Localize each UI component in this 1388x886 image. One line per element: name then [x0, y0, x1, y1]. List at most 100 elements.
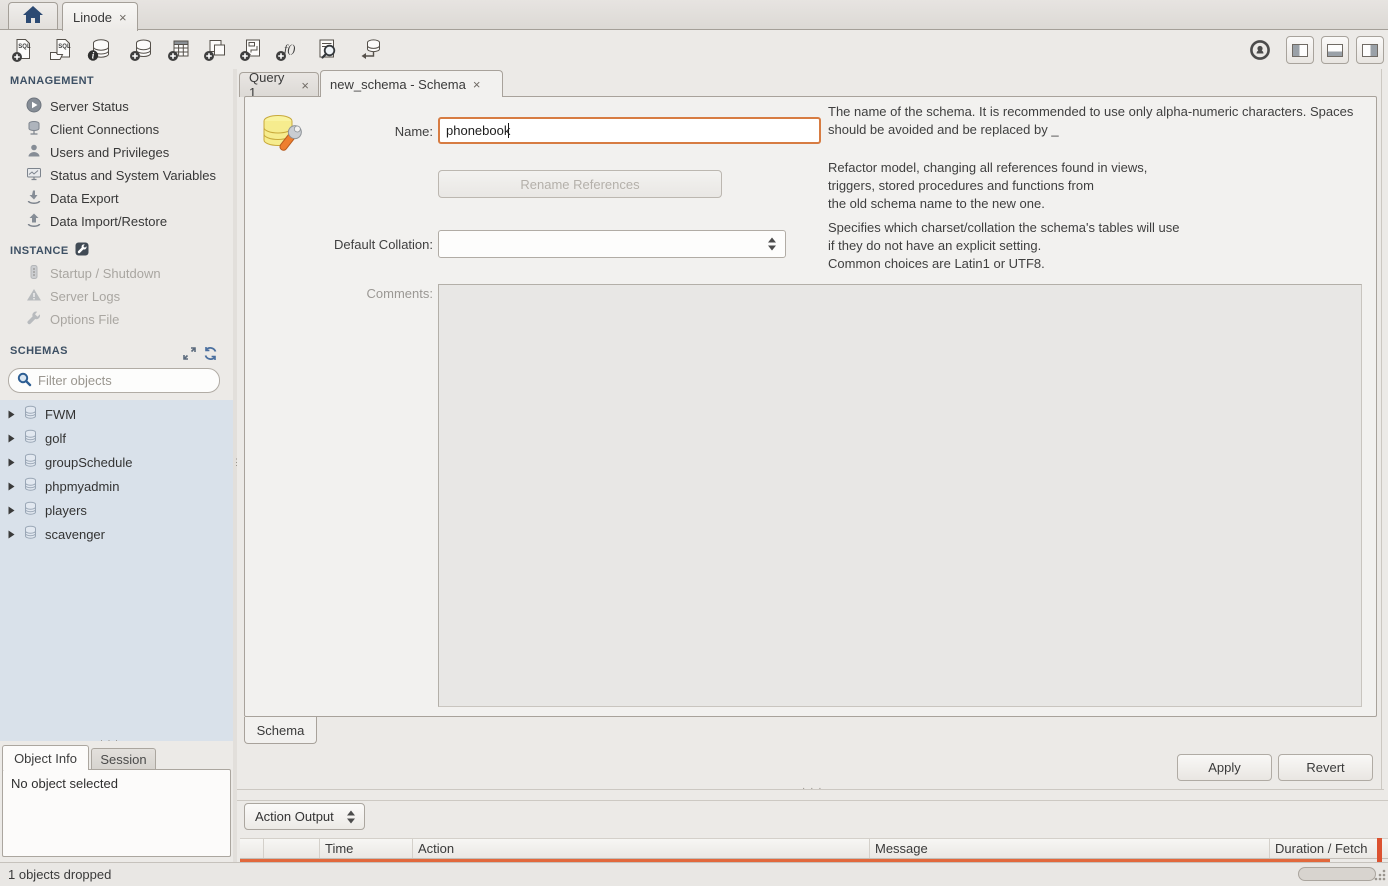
- toggle-left-sidebar-button[interactable]: [1286, 36, 1314, 64]
- search-table-data-button[interactable]: [312, 36, 342, 66]
- spinner-arrows-icon[interactable]: [768, 238, 776, 251]
- create-function-icon: f(): [274, 36, 301, 66]
- create-schema-icon: [128, 36, 155, 66]
- sidebar-item-label: Users and Privileges: [50, 145, 169, 160]
- schema-tree-item-scavenger[interactable]: scavenger: [0, 522, 233, 546]
- rename-references-button[interactable]: Rename References: [438, 170, 722, 198]
- schema-tree-item-phpmyadmin[interactable]: phpmyadmin: [0, 474, 233, 498]
- schema-tree-item-fwm[interactable]: FWM: [0, 402, 233, 426]
- home-icon: [22, 5, 44, 27]
- sidebar-splitter-handle[interactable]: · · ·: [100, 735, 119, 745]
- management-section-title: MANAGEMENT: [10, 75, 94, 87]
- main-toolbar: SQL SQL i f(): [0, 31, 1388, 69]
- object-info-panel: No object selected: [2, 769, 231, 857]
- sidebar-item-options-file[interactable]: Options File: [26, 308, 119, 331]
- svg-text:SQL: SQL: [58, 44, 71, 50]
- schema-filter-input[interactable]: [38, 373, 198, 388]
- refresh-schemas-icon[interactable]: [203, 346, 218, 364]
- schema-tree-item-golf[interactable]: golf: [0, 426, 233, 450]
- status-ring-button[interactable]: [1247, 36, 1273, 66]
- connection-tab-label: Linode: [73, 10, 112, 25]
- tab-schema-bottom[interactable]: Schema: [244, 717, 317, 744]
- column-header-message[interactable]: Message: [870, 839, 1270, 858]
- options-file-icon: [26, 310, 42, 329]
- sidebar-item-data-import[interactable]: Data Import/Restore: [26, 210, 167, 233]
- comments-textarea[interactable]: [438, 284, 1362, 707]
- sidebar-item-label: Status and System Variables: [50, 168, 216, 183]
- navigator-sidebar: MANAGEMENT Server Status Client Connecti…: [0, 69, 233, 862]
- schema-tree-item-players[interactable]: players: [0, 498, 233, 522]
- server-logs-icon: [26, 287, 42, 306]
- schema-tree-item-groupschedule[interactable]: groupSchedule: [0, 450, 233, 474]
- schema-icon: [23, 525, 38, 543]
- collation-help-text: Specifies which charset/collation the sc…: [828, 219, 1373, 273]
- create-procedure-button[interactable]: [236, 36, 266, 66]
- schema-filter-box: [8, 368, 220, 393]
- sidebar-item-data-export[interactable]: Data Export: [26, 187, 119, 210]
- schema-name: FWM: [45, 407, 76, 422]
- sidebar-item-status-system-variables[interactable]: Status and System Variables: [26, 164, 216, 187]
- schema-name: phpmyadmin: [45, 479, 119, 494]
- revert-button[interactable]: Revert: [1278, 754, 1373, 781]
- instance-wrench-icon: [75, 242, 89, 259]
- output-splitter-handle[interactable]: · · ·: [802, 783, 823, 794]
- expander-icon[interactable]: [7, 407, 16, 422]
- column-header-blank-1[interactable]: [240, 839, 264, 858]
- tab-query-1[interactable]: Query 1 ×: [239, 72, 319, 97]
- expand-schemas-icon[interactable]: [182, 346, 197, 364]
- startup-shutdown-icon: [26, 264, 42, 283]
- status-bar: 1 objects dropped: [0, 862, 1388, 886]
- inspect-database-button[interactable]: i: [84, 36, 114, 66]
- sidebar-item-users-privileges[interactable]: Users and Privileges: [26, 141, 169, 164]
- sidebar-item-label: Startup / Shutdown: [50, 266, 161, 281]
- schema-name: groupSchedule: [45, 455, 132, 470]
- expander-icon[interactable]: [7, 479, 16, 494]
- sidebar-item-server-logs[interactable]: Server Logs: [26, 285, 120, 308]
- close-icon[interactable]: ×: [473, 78, 481, 91]
- column-header-blank-2[interactable]: [264, 839, 320, 858]
- toggle-output-area-button[interactable]: [1321, 36, 1349, 64]
- create-table-button[interactable]: [164, 36, 194, 66]
- expander-icon[interactable]: [7, 527, 16, 542]
- column-header-duration-fetch[interactable]: Duration / Fetch: [1270, 839, 1388, 858]
- rename-help-text: Refactor model, changing all references …: [828, 159, 1373, 213]
- sidebar-item-client-connections[interactable]: Client Connections: [26, 118, 159, 141]
- status-message: 1 objects dropped: [8, 867, 111, 882]
- schema-editor-panel: Name: The name of the schema. It is reco…: [244, 96, 1377, 717]
- close-icon[interactable]: ×: [301, 79, 309, 92]
- apply-button[interactable]: Apply: [1177, 754, 1272, 781]
- connection-tab-linode[interactable]: Linode ×: [62, 2, 138, 31]
- sidebar-item-server-status[interactable]: Server Status: [26, 95, 129, 118]
- open-sql-script-button[interactable]: SQL: [46, 36, 76, 66]
- expander-icon[interactable]: [7, 431, 16, 446]
- sidebar-item-startup-shutdown[interactable]: Startup / Shutdown: [26, 262, 161, 285]
- window-resize-grip[interactable]: [1373, 868, 1386, 884]
- toggle-right-sidebar-button[interactable]: [1356, 36, 1384, 64]
- create-view-icon: [202, 36, 229, 66]
- schema-icon: [23, 477, 38, 495]
- column-header-action[interactable]: Action: [413, 839, 870, 858]
- data-transfer-button[interactable]: [354, 36, 384, 66]
- action-output-select[interactable]: Action Output: [244, 803, 365, 830]
- create-view-button[interactable]: [200, 36, 230, 66]
- home-tab[interactable]: [8, 2, 58, 29]
- create-function-button[interactable]: f(): [272, 36, 302, 66]
- create-schema-button[interactable]: [126, 36, 156, 66]
- svg-text:SQL: SQL: [18, 44, 31, 50]
- name-help-text: The name of the schema. It is recommende…: [828, 103, 1373, 139]
- new-sql-tab-button[interactable]: SQL: [8, 36, 38, 66]
- tab-object-info[interactable]: Object Info: [2, 745, 89, 770]
- schema-name-input[interactable]: [438, 117, 821, 144]
- tab-session[interactable]: Session: [91, 748, 156, 770]
- expander-icon[interactable]: [7, 455, 16, 470]
- tab-new-schema[interactable]: new_schema - Schema ×: [320, 70, 503, 97]
- editor-right-border: [1381, 69, 1382, 790]
- close-icon[interactable]: ×: [119, 11, 127, 24]
- horizontal-scrollbar-thumb[interactable]: [1298, 867, 1376, 881]
- default-collation-select[interactable]: [438, 230, 786, 258]
- expander-icon[interactable]: [7, 503, 16, 518]
- column-header-time[interactable]: Time: [320, 839, 413, 858]
- spinner-arrows-icon[interactable]: [347, 810, 355, 823]
- create-procedure-icon: [238, 36, 265, 66]
- data-import-icon: [26, 212, 42, 231]
